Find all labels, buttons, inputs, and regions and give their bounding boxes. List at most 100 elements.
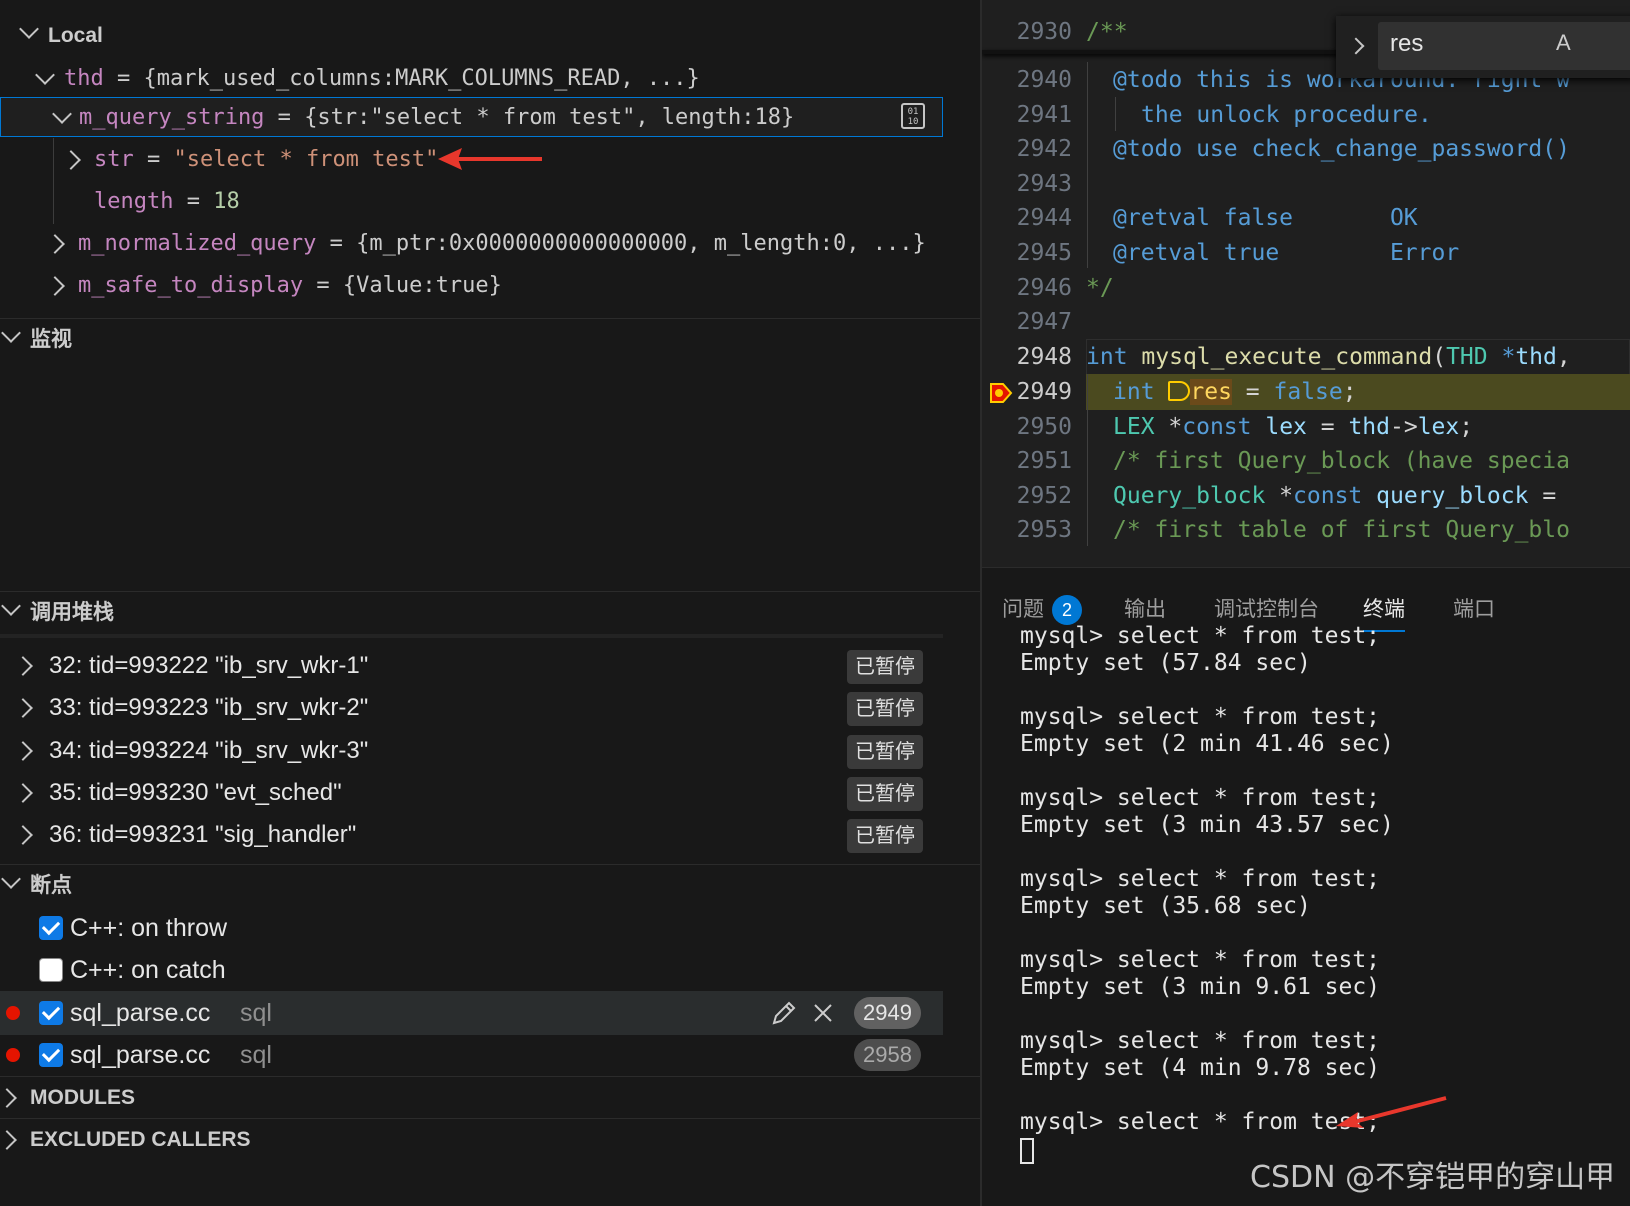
checkbox-checked[interactable] [39, 1001, 63, 1025]
chevron-down-icon [19, 19, 39, 39]
chevron-down-icon [52, 104, 72, 124]
breakpoint-exception-throw[interactable]: C++: on throw [0, 906, 980, 950]
paused-badge: 已暂停 [847, 819, 923, 853]
variable-name: length [94, 189, 174, 214]
chevron-right-icon [61, 150, 81, 170]
code-line: 2953 /* first table of first Query_blo [982, 512, 1630, 548]
code-line: 2943 [982, 166, 1630, 202]
tab-ports[interactable]: 端口 [1453, 592, 1495, 628]
code-line: 2944 @retval false OK [982, 200, 1630, 236]
variable-m-normalized-query[interactable]: m_normalized_query = {m_ptr:0x0000000000… [0, 223, 980, 265]
toggle-replace-chevron-icon[interactable] [1347, 37, 1365, 55]
indent-guide [1087, 62, 1088, 268]
variable-length[interactable]: length = 18 [0, 181, 980, 223]
terminal-cursor [1020, 1138, 1034, 1164]
thread-row[interactable]: 34: tid=993224 "ib_srv_wkr-3" 已暂停 [0, 729, 943, 773]
variable-name: thd [64, 66, 104, 91]
line-number: 2941 [1016, 102, 1072, 128]
breakpoint-line-badge: 2949 [854, 997, 921, 1029]
thread-row[interactable]: 32: tid=993222 "ib_srv_wkr-1" 已暂停 [0, 644, 943, 688]
line-number: 2930 [1016, 19, 1072, 45]
chevron-right-icon [45, 234, 65, 254]
line-number: 2942 [1016, 136, 1072, 162]
line-number: 2945 [1016, 240, 1072, 266]
variable-name: m_query_string [79, 105, 265, 130]
terminal-line: Empty set (35.68 sec) [1020, 893, 1311, 919]
code-line: 2950 LEX *const lex = thd->lex; [982, 409, 1630, 445]
code-editor[interactable]: 2930 /** 2940 @todo this is workaround. … [982, 0, 1630, 567]
breakpoint-file: sql_parse.cc [70, 1041, 211, 1069]
excluded-callers-title: EXCLUDED CALLERS [30, 1128, 251, 1151]
chevron-right-icon [13, 741, 33, 761]
paused-badge: 已暂停 [847, 777, 923, 811]
code-text: LEX *const lex = thd->lex; [1113, 414, 1474, 440]
variable-name: m_safe_to_display [78, 273, 304, 298]
breakpoint-exception-catch[interactable]: C++: on catch [0, 948, 980, 992]
chevron-right-icon [0, 1130, 17, 1150]
breakpoint-row[interactable]: sql_parse.cc sql 2958 [0, 1033, 943, 1077]
breakpoint-folder: sql [240, 999, 272, 1027]
callstack-title: 调用堆栈 [30, 601, 114, 624]
line-number: 2943 [1016, 171, 1072, 197]
checkbox-checked[interactable] [39, 1043, 63, 1067]
code-text: @todo use check_change_password() [1113, 136, 1570, 162]
find-input[interactable]: res A [1378, 22, 1630, 70]
code-text: @retval true Error [1113, 240, 1460, 266]
match-case-toggle[interactable]: A [1556, 30, 1571, 56]
scroll-shadow [0, 634, 943, 638]
variable-m-safe-to-display[interactable]: m_safe_to_display = {Value:true} [0, 265, 980, 307]
thread-row[interactable]: 36: tid=993231 "sig_handler" 已暂停 [0, 813, 943, 857]
code-line: 2942 @todo use check_change_password() [982, 131, 1630, 167]
code-line: 2947 [982, 304, 1630, 340]
terminal-line: mysql> select * from test; [1020, 866, 1381, 892]
breakpoint-label: C++: on throw [70, 914, 228, 942]
view-binary-icon[interactable]: 01 10 [901, 103, 925, 129]
terminal-line: Empty set (4 min 9.78 sec) [1020, 1055, 1381, 1081]
line-number: 2952 [1016, 483, 1072, 509]
breakpoint-label: C++: on catch [70, 956, 226, 984]
line-number: 2951 [1016, 448, 1072, 474]
chevron-right-icon [13, 783, 33, 803]
inline-breakpoint-icon[interactable] [1168, 381, 1191, 401]
breakpoints-title: 断点 [30, 874, 72, 897]
watch-title: 监视 [30, 328, 72, 351]
callstack-section-header[interactable]: 调用堆栈 [0, 591, 980, 635]
variable-value: {mark_used_columns:MARK_COLUMNS_READ, ..… [143, 66, 700, 91]
variable-name: m_normalized_query [78, 231, 317, 256]
breakpoint-row[interactable]: sql_parse.cc sql 2949 [0, 991, 943, 1035]
thread-row[interactable]: 35: tid=993230 "evt_sched" 已暂停 [0, 771, 943, 815]
line-number: 2944 [1016, 205, 1072, 231]
paused-badge: 已暂停 [847, 735, 923, 769]
watch-section-header[interactable]: 监视 [0, 318, 980, 362]
thread-row[interactable]: 33: tid=993223 "ib_srv_wkr-2" 已暂停 [0, 686, 943, 730]
variable-value: {m_ptr:0x0000000000000000, m_length:0, .… [356, 231, 926, 256]
paused-badge: 已暂停 [847, 692, 923, 726]
excluded-callers-section-header[interactable]: EXCLUDED CALLERS [0, 1118, 980, 1162]
breakpoints-section-header[interactable]: 断点 [0, 864, 980, 908]
edit-pencil-icon[interactable] [770, 999, 798, 1027]
modules-section-header[interactable]: MODULES [0, 1076, 980, 1120]
problems-count-badge: 2 [1052, 595, 1082, 625]
chevron-down-icon [1, 869, 21, 889]
checkbox-unchecked[interactable] [39, 958, 63, 982]
modules-title: MODULES [30, 1086, 135, 1109]
code-line: 2946 */ [982, 270, 1630, 306]
thread-label: 35: tid=993230 "evt_sched" [49, 779, 342, 806]
terminal-line: Empty set (3 min 43.57 sec) [1020, 812, 1394, 838]
red-arrow-annotation [1336, 1096, 1447, 1128]
code-text: @retval false OK [1113, 205, 1418, 231]
variable-thd[interactable]: thd = {mark_used_columns:MARK_COLUMNS_RE… [0, 58, 980, 100]
paused-badge: 已暂停 [847, 650, 923, 684]
line-number: 2947 [1016, 309, 1072, 335]
variables-local-header[interactable]: Local [0, 14, 980, 58]
variable-value: {Value:true} [342, 273, 502, 298]
variable-value: {str:"select * from test", length:18} [304, 105, 795, 130]
variable-m-query-string[interactable]: m_query_string = {str:"select * from tes… [0, 97, 943, 137]
remove-close-icon[interactable] [812, 1002, 834, 1024]
code-line: 2945 @retval true Error [982, 235, 1630, 271]
thread-label: 33: tid=993223 "ib_srv_wkr-2" [49, 694, 369, 721]
variable-name: str [94, 147, 134, 172]
local-scope-label: Local [48, 24, 103, 47]
checkbox-checked[interactable] [39, 916, 63, 940]
breakpoint-folder: sql [240, 1041, 272, 1069]
